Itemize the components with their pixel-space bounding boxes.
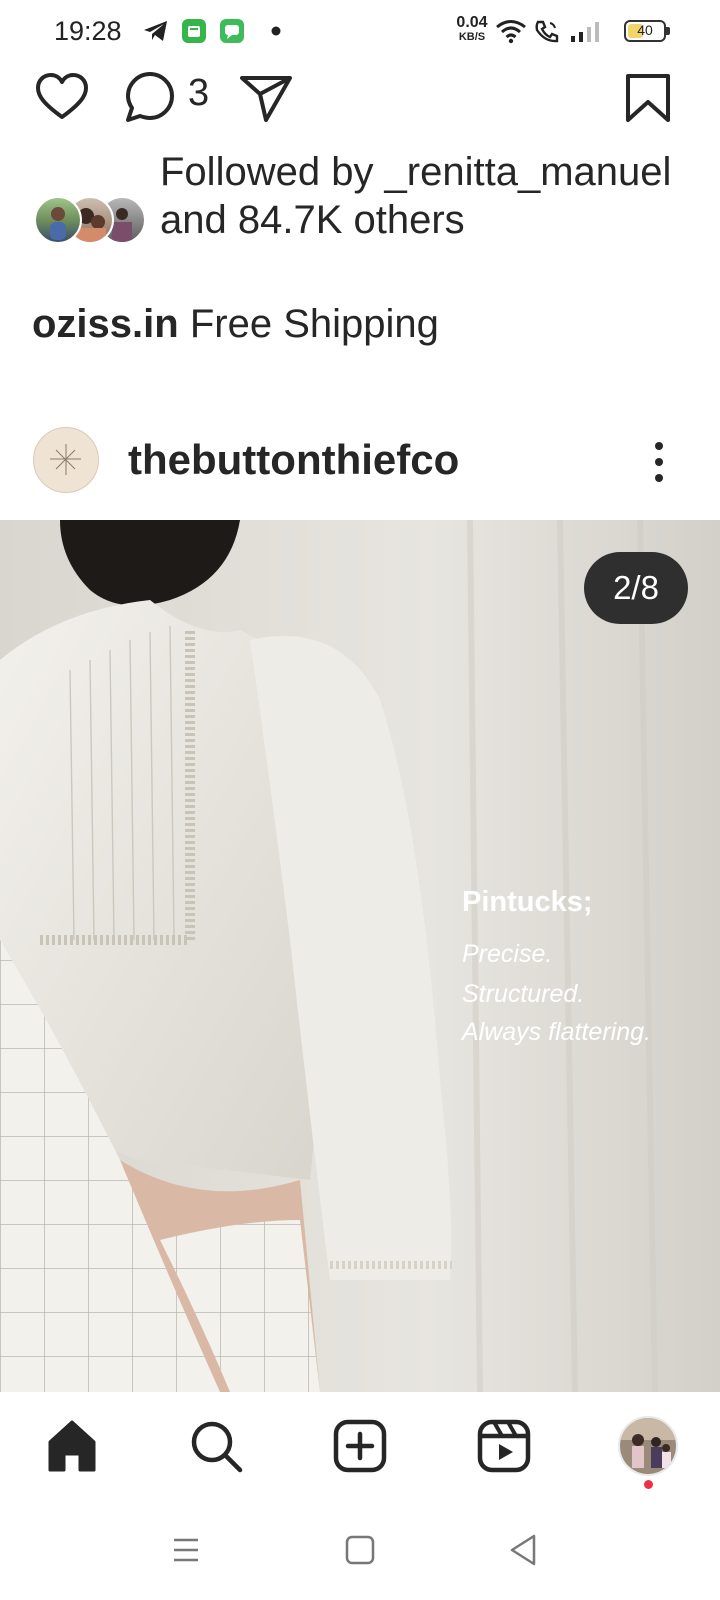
message-icon bbox=[218, 17, 246, 45]
profile-avatar[interactable] bbox=[33, 427, 99, 493]
profile-avatar[interactable] bbox=[618, 1416, 678, 1476]
comment-count: 3 bbox=[188, 72, 210, 114]
post-image[interactable] bbox=[0, 520, 720, 1392]
wifi-icon bbox=[494, 17, 528, 45]
battery-level: 40 bbox=[637, 22, 653, 38]
reels-icon[interactable] bbox=[476, 1418, 532, 1474]
home-square-icon[interactable] bbox=[340, 1530, 380, 1570]
followed-by-avatars[interactable] bbox=[34, 196, 146, 244]
overlay-line: Structured. bbox=[462, 980, 585, 1008]
bookmark-icon[interactable] bbox=[620, 70, 676, 126]
net-speed-unit: KB/S bbox=[458, 31, 486, 43]
overlay-title: Pintucks; bbox=[462, 886, 593, 918]
heart-icon[interactable] bbox=[34, 70, 90, 126]
post-username[interactable]: thebuttonthiefco bbox=[128, 436, 459, 484]
create-icon[interactable] bbox=[332, 1418, 388, 1474]
home-icon[interactable] bbox=[44, 1418, 100, 1474]
overlay-line: Always flattering. bbox=[462, 1018, 651, 1046]
search-icon[interactable] bbox=[188, 1418, 244, 1474]
post-caption: oziss.in Free Shipping bbox=[32, 302, 439, 347]
telegram-icon bbox=[142, 17, 170, 45]
app-notification-icon bbox=[180, 17, 208, 45]
carousel-counter: 2/8 bbox=[584, 552, 688, 624]
more-options-icon[interactable] bbox=[652, 442, 666, 482]
network-speed: 0.04 KB/S bbox=[450, 14, 494, 44]
signal-icon bbox=[568, 17, 602, 45]
followed-by-text[interactable]: Followed by _renitta_manuel and 84.7K ot… bbox=[160, 148, 700, 244]
net-speed-value: 0.04 bbox=[456, 14, 488, 31]
dot-icon bbox=[266, 17, 286, 45]
avatar bbox=[34, 196, 82, 244]
battery-icon: 40 bbox=[624, 20, 666, 42]
call-icon bbox=[532, 17, 562, 45]
notification-dot bbox=[644, 1480, 653, 1489]
back-icon[interactable] bbox=[504, 1530, 544, 1570]
share-icon[interactable] bbox=[238, 70, 294, 126]
comment-icon[interactable] bbox=[122, 70, 178, 126]
menu-icon[interactable] bbox=[166, 1530, 206, 1570]
overlay-line: Precise. bbox=[462, 940, 553, 968]
status-time: 19:28 bbox=[54, 16, 122, 46]
caption-text: Free Shipping bbox=[189, 302, 439, 346]
caption-account[interactable]: oziss.in bbox=[32, 302, 179, 346]
battery-tip bbox=[666, 27, 670, 35]
